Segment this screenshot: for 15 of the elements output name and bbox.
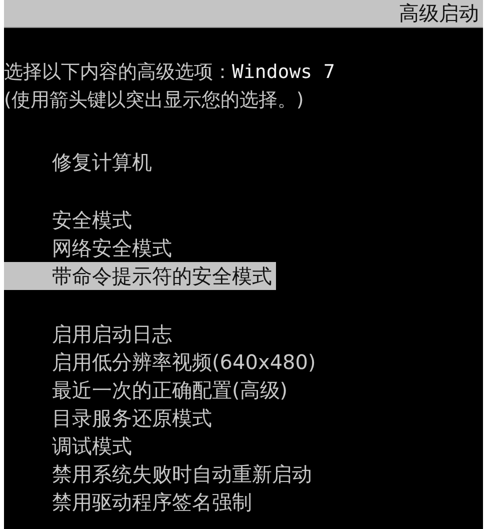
boot-option[interactable]: 修复计算机: [4, 148, 156, 176]
boot-option[interactable]: 网络安全模式: [4, 234, 176, 262]
boot-option[interactable]: 启用低分辨率视频(640x480): [4, 348, 320, 376]
boot-option[interactable]: 启用启动日志: [4, 320, 176, 348]
boot-option[interactable]: 安全模式: [4, 206, 136, 234]
boot-option[interactable]: 目录服务还原模式: [4, 404, 216, 432]
os-name: Windows 7: [232, 61, 335, 83]
boot-option[interactable]: 带命令提示符的安全模式: [4, 262, 276, 290]
boot-option[interactable]: 禁用驱动程序签名强制: [4, 488, 256, 516]
prompt-label: 选择以下内容的高级选项：: [4, 60, 232, 85]
boot-option[interactable]: 最近一次的正确配置(高级): [4, 376, 292, 404]
screen-title: 高级启动: [399, 0, 479, 27]
hint-text: (使用箭头键以突出显示您的选择。): [4, 88, 304, 113]
boot-option[interactable]: 禁用系统失败时自动重新启动: [4, 460, 316, 488]
boot-option[interactable]: 调试模式: [4, 432, 136, 460]
